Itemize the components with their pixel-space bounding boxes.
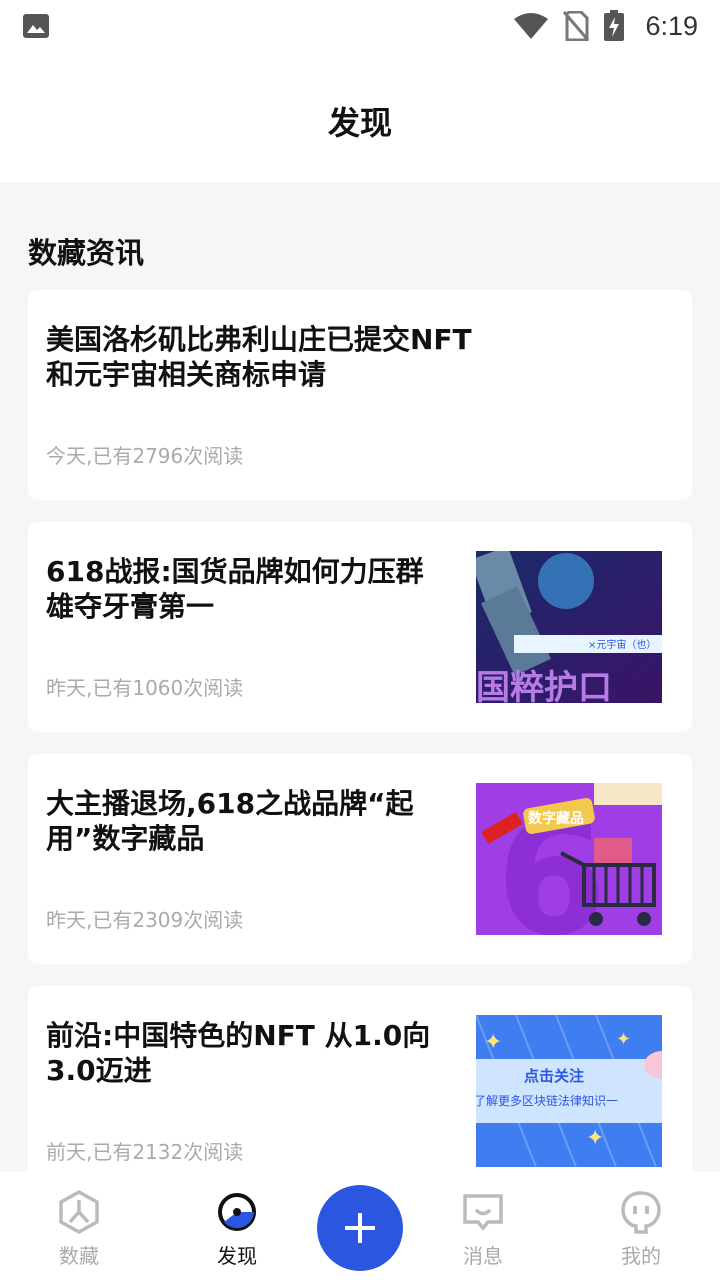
add-button[interactable]: [317, 1185, 403, 1271]
article-card[interactable]: 美国洛杉矶比弗利山庄已提交NFT和元宇宙相关商标申请 今天,已有2796次阅读: [28, 290, 692, 500]
article-meta: 昨天,已有2309次阅读: [46, 908, 244, 932]
article-meta: 昨天,已有1060次阅读: [46, 676, 244, 700]
tab-messages[interactable]: 消息: [423, 1190, 543, 1269]
battery-charging-icon: [604, 10, 625, 41]
thumb-follow-text: 点击关注: [524, 1067, 584, 1085]
article-thumbnail: ✦ ✦ ✦ 点击关注 了解更多区块链法律知识一: [476, 1015, 662, 1167]
profile-icon: [621, 1191, 661, 1234]
tab-label: 消息: [463, 1244, 503, 1268]
page-header: 发现: [0, 52, 720, 182]
tab-collection[interactable]: 数藏: [19, 1190, 139, 1269]
article-title: 618战报:国货品牌如何力压群雄夺牙膏第一: [46, 555, 424, 623]
wifi-icon: [514, 13, 549, 39]
tab-label: 我的: [621, 1244, 661, 1268]
tab-label: 数藏: [59, 1244, 99, 1268]
thumb-headline: 国粹护口: [476, 668, 612, 703]
status-time: 6:19: [645, 10, 698, 41]
bottom-tab-bar: 数藏 发现 消息 我的: [0, 1172, 720, 1280]
article-card[interactable]: 大主播退场,618之战品牌“起用”数字藏品 昨天,已有2309次阅读 6 数字藏…: [28, 754, 692, 964]
svg-text:✦: ✦: [586, 1126, 604, 1151]
section-title: 数藏资讯: [28, 236, 145, 270]
message-icon: [463, 1194, 503, 1231]
article-card[interactable]: 618战报:国货品牌如何力压群雄夺牙膏第一 昨天,已有1060次阅读 ×元宇宙（…: [28, 522, 692, 732]
article-thumbnail: ×元宇宙（也） 国粹护口: [476, 551, 662, 703]
article-title: 大主播退场,618之战品牌“起用”数字藏品: [46, 787, 414, 855]
discover-icon: [218, 1193, 256, 1231]
tab-label: 发现: [217, 1244, 257, 1268]
page-title: 发现: [327, 104, 392, 142]
collection-icon: [59, 1190, 99, 1234]
thumb-caption: ×元宇宙（也）: [588, 638, 656, 651]
plus-icon: [345, 1213, 375, 1243]
article-meta: 前天,已有2132次阅读: [46, 1140, 244, 1164]
image-icon: [23, 14, 49, 38]
tab-discover[interactable]: 发现: [177, 1190, 297, 1269]
svg-text:✦: ✦: [616, 1029, 631, 1050]
thumb-label: 数字藏品: [528, 810, 584, 827]
status-bar: 6:19: [0, 0, 720, 52]
tab-profile[interactable]: 我的: [581, 1190, 701, 1269]
thumb-subtitle: 了解更多区块链法律知识一: [476, 1093, 618, 1108]
no-sim-icon: [563, 11, 590, 41]
article-meta: 今天,已有2796次阅读: [46, 444, 244, 468]
article-title: 前沿:中国特色的NFT 从1.0向3.0迈进: [46, 1019, 431, 1087]
content-area[interactable]: 数藏资讯 美国洛杉矶比弗利山庄已提交NFT和元宇宙相关商标申请 今天,已有279…: [0, 182, 720, 1172]
svg-text:✦: ✦: [484, 1030, 502, 1055]
article-title: 美国洛杉矶比弗利山庄已提交NFT和元宇宙相关商标申请: [46, 323, 472, 391]
article-thumbnail: 6 数字藏品: [476, 783, 662, 935]
article-card[interactable]: 前沿:中国特色的NFT 从1.0向3.0迈进 前天,已有2132次阅读 ✦ ✦ …: [28, 986, 692, 1172]
